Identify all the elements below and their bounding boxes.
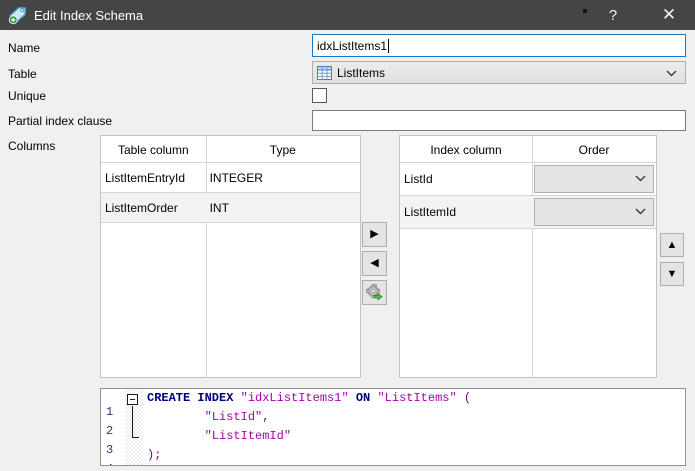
sql-line: 2 "ListId", bbox=[101, 410, 685, 429]
table-row[interactable]: ListItemId bbox=[400, 196, 656, 229]
add-expression-button[interactable] bbox=[362, 280, 387, 305]
table-combobox-value: ListItems bbox=[337, 66, 385, 80]
chevron-down-icon bbox=[666, 70, 677, 77]
table-row[interactable]: ListItemOrder INT bbox=[101, 193, 360, 223]
edit-index-schema-dialog: Edit Index Schema ? ✕ Name idxListItems1… bbox=[0, 0, 695, 471]
header-order: Order bbox=[532, 136, 656, 163]
table-icon bbox=[317, 66, 332, 80]
fold-line bbox=[132, 406, 133, 438]
table-row[interactable]: ListItemEntryId INTEGER bbox=[101, 163, 360, 193]
move-down-icon: ▼ bbox=[667, 269, 678, 280]
table-columns-grid: Table column Type ListItemEntryId INTEGE… bbox=[100, 135, 361, 378]
index-tag-icon bbox=[8, 6, 27, 25]
partial-index-clause-label: Partial index clause bbox=[8, 114, 112, 128]
table-columns-header-row: Table column Type bbox=[101, 136, 360, 163]
fold-collapse-icon[interactable] bbox=[127, 394, 138, 405]
move-right-icon: ▶ bbox=[370, 229, 378, 240]
partial-index-clause-input[interactable] bbox=[312, 110, 686, 131]
help-button[interactable]: ? bbox=[596, 0, 630, 30]
move-right-button[interactable]: ▶ bbox=[362, 222, 387, 247]
name-input[interactable]: idxListItems1 bbox=[312, 34, 686, 57]
cell-order bbox=[532, 163, 656, 195]
order-combobox[interactable] bbox=[534, 165, 654, 193]
index-columns-header-row: Index column Order bbox=[400, 136, 656, 163]
index-columns-grid: Index column Order ListId ListItemId bbox=[399, 135, 657, 378]
header-type: Type bbox=[206, 136, 360, 163]
chevron-down-icon bbox=[635, 175, 646, 182]
cell-order bbox=[532, 196, 656, 228]
table-combobox[interactable]: ListItems bbox=[312, 61, 686, 84]
move-up-button[interactable]: ▲ bbox=[660, 233, 684, 257]
sql-line: 1 CREATE INDEX "idxListItems1" ON "ListI… bbox=[101, 391, 685, 410]
line-number: 4 bbox=[106, 462, 124, 466]
text-caret bbox=[388, 39, 389, 53]
move-down-button[interactable]: ▼ bbox=[660, 262, 684, 286]
cell-column-type: INT bbox=[206, 193, 360, 222]
titlebar-dot bbox=[583, 9, 587, 13]
unique-label: Unique bbox=[8, 89, 46, 103]
table-row[interactable]: ListId bbox=[400, 163, 656, 196]
unique-checkbox[interactable] bbox=[312, 88, 327, 103]
columns-label: Columns bbox=[8, 139, 55, 153]
move-left-button[interactable]: ◀ bbox=[362, 251, 387, 276]
close-button[interactable]: ✕ bbox=[652, 0, 686, 30]
cell-column-name: ListItemOrder bbox=[101, 193, 206, 222]
name-label: Name bbox=[8, 41, 40, 55]
chevron-down-icon bbox=[635, 208, 646, 215]
cell-index-column: ListId bbox=[400, 163, 532, 195]
name-value: idxListItems1 bbox=[317, 39, 387, 53]
move-up-icon: ▲ bbox=[667, 240, 678, 251]
order-combobox[interactable] bbox=[534, 198, 654, 226]
fold-corner bbox=[132, 437, 139, 438]
titlebar: Edit Index Schema ? ✕ bbox=[0, 0, 695, 30]
gear-arrow-icon bbox=[366, 284, 383, 301]
sql-line: 4 ); bbox=[101, 448, 685, 466]
cell-index-column: ListItemId bbox=[400, 196, 532, 228]
move-left-icon: ◀ bbox=[370, 258, 378, 269]
table-label: Table bbox=[8, 67, 37, 81]
header-table-column: Table column bbox=[101, 136, 206, 163]
cell-column-type: INTEGER bbox=[206, 163, 360, 192]
window-title: Edit Index Schema bbox=[34, 8, 143, 23]
cell-column-name: ListItemEntryId bbox=[101, 163, 206, 192]
header-index-column: Index column bbox=[400, 136, 532, 163]
sql-preview-editor[interactable]: 1 CREATE INDEX "idxListItems1" ON "ListI… bbox=[100, 388, 686, 466]
sql-line: 3 "ListItemId" bbox=[101, 429, 685, 448]
